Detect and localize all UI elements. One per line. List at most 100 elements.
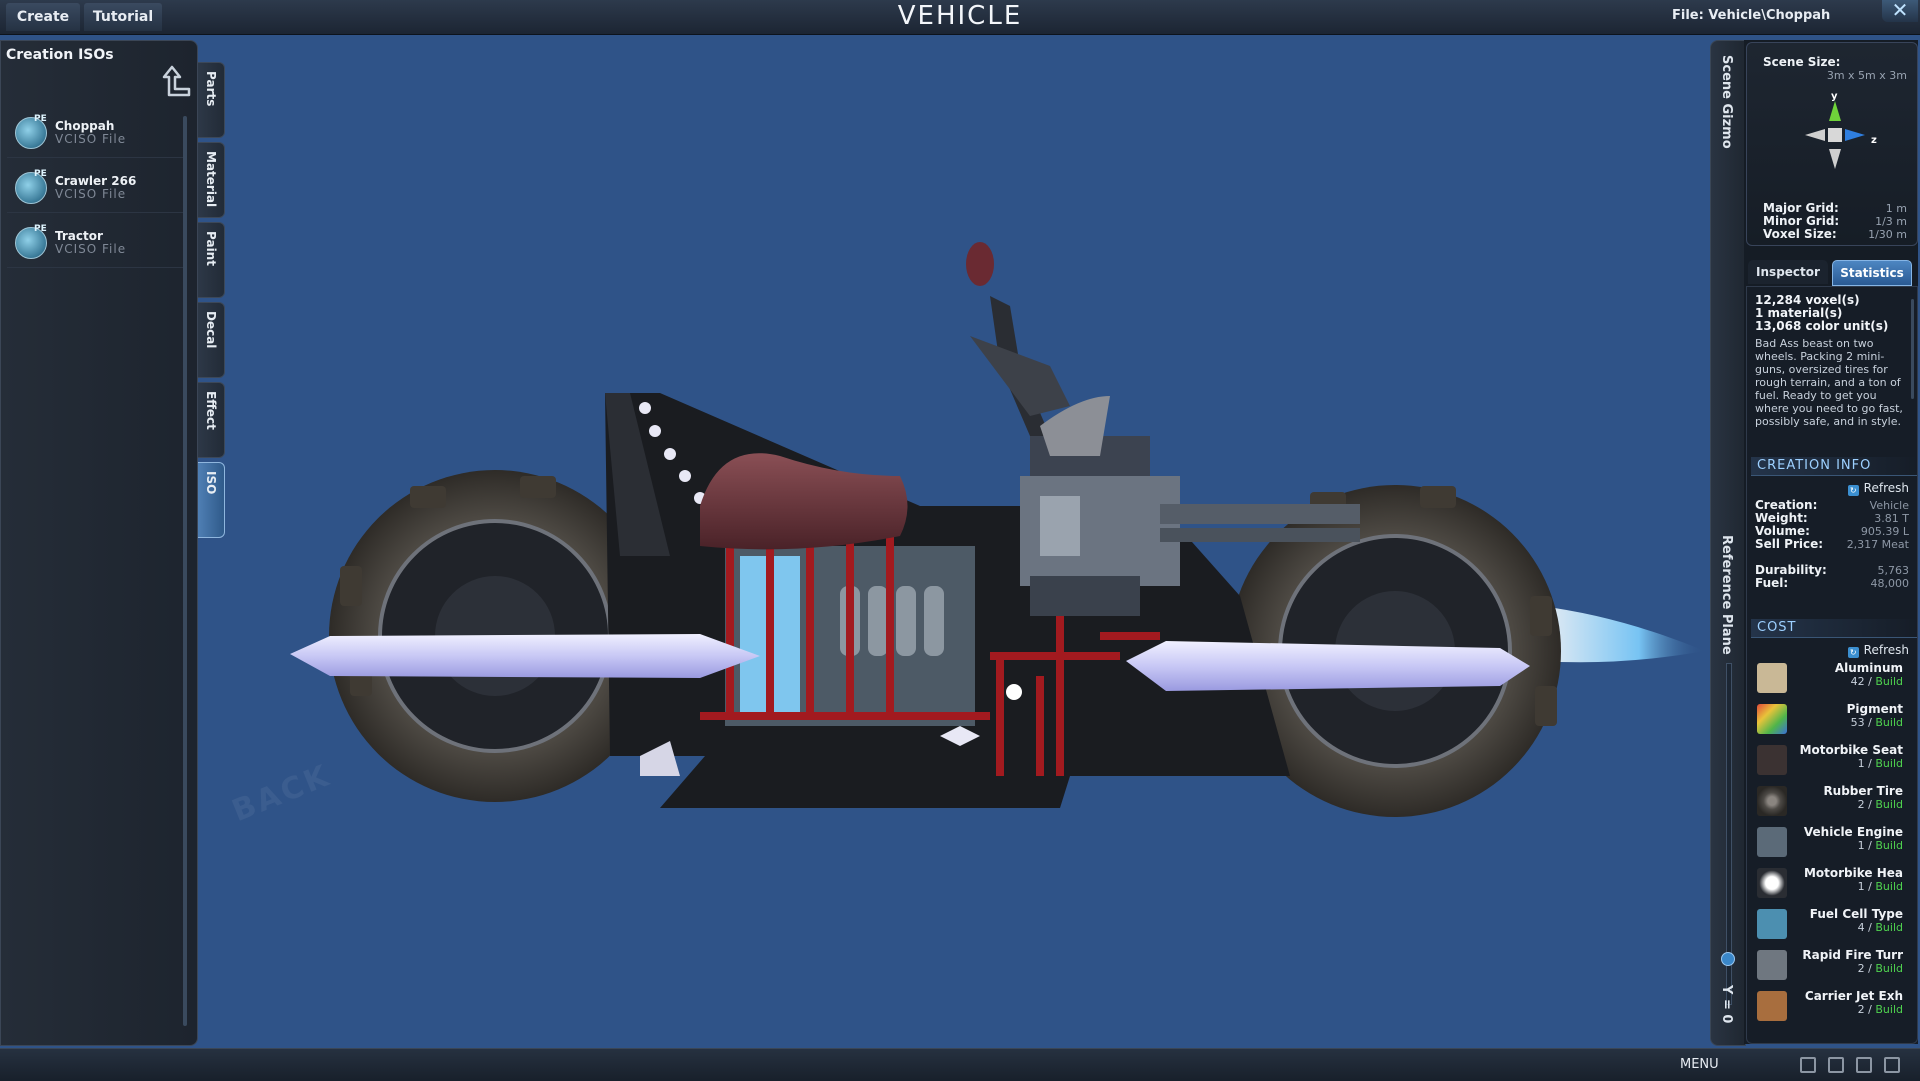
axis-gizmo-icon[interactable] — [1795, 89, 1875, 179]
iso-item-type: VCISO File — [55, 132, 127, 146]
iso-item-crawler-266[interactable]: PE Crawler 266 VCISO File — [7, 160, 187, 213]
motorbike-seat-icon — [1757, 745, 1787, 775]
top-bar: Create Tutorial VEHICLE File: Vehicle\Ch… — [0, 0, 1920, 35]
tab-inspector[interactable]: Inspector — [1748, 260, 1828, 284]
scene-size-label: Scene Size: — [1763, 55, 1841, 69]
weight-label: Weight: — [1755, 511, 1808, 525]
build-link[interactable]: Build — [1875, 839, 1903, 852]
cost-item-vehicle-engine: Vehicle Engine 1 / Build — [1747, 823, 1913, 863]
cost-item-fuel-cell: Fuel Cell Type 4 / Build — [1747, 905, 1913, 945]
cost-item-rubber-tire: Rubber Tire 2 / Build — [1747, 782, 1913, 822]
panel-title: Creation ISOs — [6, 47, 114, 63]
sell-price-value: 2,317 Meat — [1846, 538, 1909, 551]
axis-y-label: y — [1831, 91, 1838, 102]
export-icon[interactable] — [1884, 1057, 1900, 1073]
folder-up-icon[interactable] — [161, 65, 191, 97]
build-link[interactable]: Build — [1875, 716, 1903, 729]
pigment-icon — [1757, 704, 1787, 734]
cost-item-pigment: Pigment 53 / Build — [1747, 700, 1913, 740]
rapid-fire-turret-icon — [1757, 950, 1787, 980]
volume-value: 905.39 L — [1860, 525, 1909, 538]
menu-button[interactable]: MENU — [1680, 1049, 1719, 1081]
creation-value: Vehicle — [1869, 499, 1909, 512]
iso-item-name: Tractor — [55, 229, 103, 243]
page-title: VEHICLE — [897, 1, 1023, 31]
iso-file-icon: PE — [15, 224, 47, 259]
weight-value: 3.81 T — [1874, 512, 1909, 525]
iso-file-icon: PE — [15, 114, 47, 149]
y-plane-value: Y = 0 — [1719, 985, 1734, 1024]
fuel-value: 48,000 — [1870, 577, 1910, 590]
cost-refresh-button[interactable]: ↻ Refresh — [1847, 643, 1909, 658]
creation-info-header: CREATION INFO — [1751, 457, 1917, 476]
build-link[interactable]: Build — [1875, 757, 1903, 770]
creation-info-refresh-button[interactable]: ↻ Refresh — [1847, 481, 1909, 496]
tab-paint[interactable]: Paint — [198, 222, 225, 298]
iso-item-type: VCISO File — [55, 242, 127, 256]
volume-label: Volume: — [1755, 524, 1810, 538]
iso-file-icon: PE — [15, 169, 47, 204]
aluminum-icon — [1757, 663, 1787, 693]
build-link[interactable]: Build — [1875, 798, 1903, 811]
tab-iso[interactable]: ISO — [198, 462, 225, 538]
build-link[interactable]: Build — [1875, 1003, 1903, 1016]
close-button[interactable]: ✕ — [1882, 0, 1918, 22]
save-icon[interactable] — [1828, 1057, 1844, 1073]
tab-parts[interactable]: Parts — [198, 62, 225, 138]
cost-item-motorbike-headlight: Motorbike Hea 1 / Build — [1747, 864, 1913, 904]
tab-decal[interactable]: Decal — [198, 302, 225, 378]
right-rail: Scene Gizmo Reference Plane Y = 0 — [1710, 40, 1746, 1046]
voxel-count: 12,284 voxel(s) — [1755, 293, 1860, 307]
bottom-bar: MENU — [0, 1048, 1920, 1081]
voxel-size-label: Voxel Size: — [1763, 227, 1837, 241]
scene-gizmo-label[interactable]: Scene Gizmo — [1719, 55, 1734, 149]
iso-list-scrollbar[interactable] — [183, 116, 187, 1026]
cost-item-aluminum: Aluminum 42 / Build — [1747, 659, 1913, 699]
rubber-tire-icon — [1757, 786, 1787, 816]
file-path: File: Vehicle\Choppah — [1672, 8, 1831, 23]
jet-exhaust-icon — [1757, 991, 1787, 1021]
tab-statistics[interactable]: Statistics — [1832, 260, 1912, 286]
creation-description: Bad Ass beast on two wheels. Packing 2 m… — [1755, 337, 1903, 428]
refresh-icon: ↻ — [1847, 647, 1859, 658]
statistics-panel: 12,284 voxel(s) 1 material(s) 13,068 col… — [1746, 286, 1918, 1044]
build-link[interactable]: Build — [1875, 962, 1903, 975]
iso-item-tractor[interactable]: PE Tractor VCISO File — [7, 215, 187, 268]
tab-material[interactable]: Material — [198, 142, 225, 218]
3d-viewport[interactable]: BACK — [200, 36, 1708, 1046]
iso-item-name: Crawler 266 — [55, 174, 137, 188]
durability-label: Durability: — [1755, 563, 1827, 577]
major-grid-label: Major Grid: — [1763, 201, 1839, 215]
iso-item-choppah[interactable]: PE Choppah VCISO File — [7, 105, 187, 158]
fuel-label: Fuel: — [1755, 576, 1789, 590]
vehicle-engine-icon — [1757, 827, 1787, 857]
color-unit-count: 13,068 color unit(s) — [1755, 319, 1889, 333]
cost-header: COST — [1751, 619, 1917, 638]
save-as-icon[interactable] — [1856, 1057, 1872, 1073]
vehicle-model — [290, 242, 1705, 817]
minor-grid-value: 1/3 m — [1875, 215, 1907, 228]
cost-item-jet-exhaust: Carrier Jet Exh 2 / Build — [1747, 987, 1913, 1027]
axis-z-label: z — [1871, 135, 1877, 146]
durability-value: 5,763 — [1877, 564, 1910, 577]
scene-size-value: 3m x 5m x 3m — [1826, 69, 1907, 82]
sell-price-label: Sell Price: — [1755, 537, 1824, 551]
build-link[interactable]: Build — [1875, 880, 1903, 893]
slider-handle[interactable] — [1721, 952, 1735, 966]
build-link[interactable]: Build — [1875, 675, 1903, 688]
close-icon: ✕ — [1891, 0, 1909, 22]
right-panel: Scene Size: 3m x 5m x 3m y z Major Grid:… — [1744, 40, 1918, 1044]
statistics-scrollbar[interactable] — [1911, 299, 1914, 399]
tab-effect[interactable]: Effect — [198, 382, 225, 458]
cost-item-motorbike-seat: Motorbike Seat 1 / Build — [1747, 741, 1913, 781]
iso-item-name: Choppah — [55, 119, 115, 133]
build-link[interactable]: Build — [1875, 921, 1903, 934]
reference-plane-label[interactable]: Reference Plane — [1719, 535, 1734, 655]
motorbike-headlight-icon — [1757, 868, 1787, 898]
major-grid-value: 1 m — [1885, 202, 1907, 215]
creation-isos-panel: Creation ISOs PE Choppah VCISO File PE C… — [0, 40, 198, 1046]
trash-icon[interactable] — [1800, 1057, 1816, 1073]
voxel-size-value: 1/30 m — [1868, 228, 1907, 241]
creation-label: Creation: — [1755, 498, 1818, 512]
iso-list: PE Choppah VCISO File PE Crawler 266 VCI… — [7, 105, 187, 270]
